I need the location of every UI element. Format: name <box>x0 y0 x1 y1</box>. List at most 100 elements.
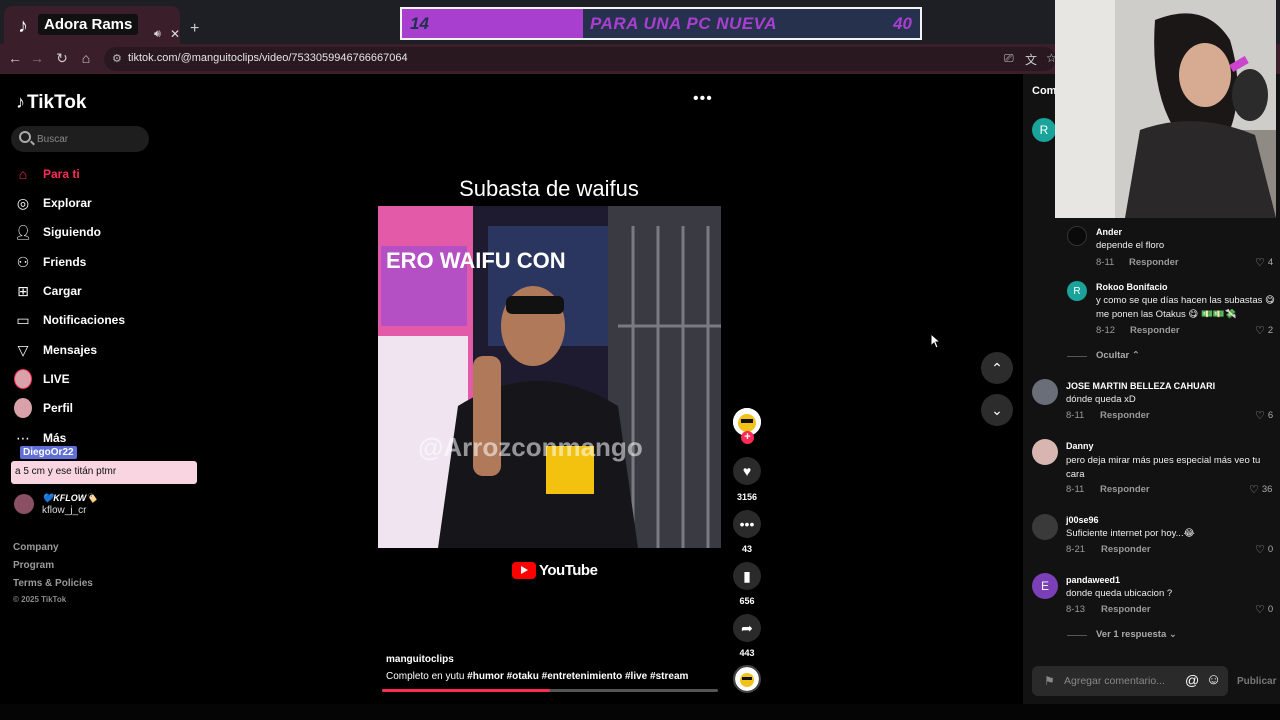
footer-program-link[interactable]: Program <box>13 560 54 571</box>
reply-button[interactable]: Responder <box>1100 410 1150 421</box>
sidebar-item-friends[interactable]: ⚇ Friends <box>14 251 87 273</box>
speaker-icon[interactable]: 🔊︎ <box>154 28 161 41</box>
url-text: tiktok.com/@manguitoclips/video/75330599… <box>128 52 408 64</box>
next-video-button[interactable]: ⌄ <box>981 394 1013 426</box>
comment-author[interactable]: JOSE MARTIN BELLEZA CAHUARI <box>1066 381 1215 391</box>
tiktok-logo[interactable]: ♪ TikTok <box>16 92 86 114</box>
copyright: © 2025 TikTok <box>13 595 67 604</box>
sidebar-item-mensajes[interactable]: ▽ Mensajes <box>14 339 97 361</box>
comment-text: y como se que días hacen las subastas 😋 … <box>1096 295 1275 320</box>
home-icon: ⌂ <box>18 166 28 182</box>
reply-button[interactable]: Responder <box>1129 257 1179 268</box>
mouse-cursor-icon <box>930 333 942 349</box>
sidebar-item-siguiendo[interactable]: 👤︎ Siguiendo <box>14 221 101 243</box>
comment-input-box[interactable]: ⚑ @ ☺ <box>1032 666 1228 696</box>
install-icon[interactable]: ⎚ <box>1004 51 1014 66</box>
streamer-webcam <box>1055 0 1276 218</box>
mention-icon[interactable]: @ <box>1185 672 1199 688</box>
comment-date: 8-11 <box>1066 410 1085 421</box>
save-button[interactable]: ▮ <box>733 562 761 590</box>
back-icon[interactable]: ← <box>6 50 24 66</box>
search-box[interactable] <box>11 126 149 152</box>
reply-button[interactable]: Responder <box>1130 325 1180 336</box>
sidebar-item-perfil[interactable]: Perfil <box>14 397 73 419</box>
forward-icon[interactable]: → <box>28 50 46 66</box>
hashtag-link[interactable]: #stream <box>650 671 688 682</box>
sound-disc[interactable] <box>733 665 761 693</box>
comment-input[interactable] <box>1064 673 1182 689</box>
sidebar-item-label: LIVE <box>43 372 70 386</box>
reply-button[interactable]: Responder <box>1100 484 1150 495</box>
upload-icon: ⊞ <box>17 282 29 299</box>
comment-author[interactable]: j00se96 <box>1066 515 1099 525</box>
sticker-icon[interactable]: ⚑ <box>1044 674 1055 688</box>
video-player[interactable]: ERO WAIFU CON @Arrozconmango <box>378 206 721 548</box>
comment-author[interactable]: Ander <box>1096 227 1122 237</box>
following-handle[interactable]: kflow_j_cr <box>42 505 86 516</box>
heart-outline-icon: ♡ <box>1255 604 1265 616</box>
comment-avatar[interactable] <box>1067 226 1087 246</box>
footer-company-link[interactable]: Company <box>13 542 59 553</box>
live-icon <box>14 369 32 389</box>
video-author[interactable]: manguitoclips <box>386 654 454 665</box>
close-tab-icon[interactable]: ✕ <box>170 27 180 41</box>
sidebar-item-cargar[interactable]: ⊞ Cargar <box>14 280 82 302</box>
more-options-icon[interactable]: ••• <box>693 90 713 108</box>
sidebar-item-live[interactable]: LIVE <box>14 368 70 390</box>
comment-like[interactable]: ♡ 6 <box>1255 409 1273 422</box>
sidebar-item-label: Siguiendo <box>43 225 101 239</box>
comment-author[interactable]: Rokoo Bonifacio <box>1096 282 1168 292</box>
comment-avatar[interactable]: R <box>1032 118 1056 142</box>
follow-button[interactable]: + <box>741 431 754 444</box>
following-name[interactable]: 💙KFLOW🏷️ <box>42 493 97 504</box>
url-field[interactable]: ⚙ tiktok.com/@manguitoclips/video/753305… <box>104 47 1056 71</box>
new-tab-button[interactable]: + <box>190 20 199 38</box>
sidebar-item-explorar[interactable]: ◎ Explorar <box>14 192 92 214</box>
tiktok-note-icon: ♪ <box>16 92 25 112</box>
publish-button[interactable]: Publicar <box>1237 676 1276 687</box>
like-button[interactable]: ♥ <box>733 457 761 485</box>
hashtag-link[interactable]: #entretenimiento <box>542 671 623 682</box>
search-input[interactable] <box>37 130 143 148</box>
friends-icon: ⚇ <box>16 253 30 270</box>
sidebar-item-para-ti[interactable]: ⌂ Para ti <box>14 163 80 185</box>
footer-terms-link[interactable]: Terms & Policies <box>13 578 93 589</box>
comment-button[interactable]: ••• <box>733 510 761 538</box>
send-icon: ▽ <box>17 341 29 358</box>
sidebar-item-notificaciones[interactable]: ▭ Notificaciones <box>14 309 125 331</box>
comment-avatar[interactable]: E <box>1032 573 1058 599</box>
reload-icon[interactable]: ↻ <box>53 50 71 67</box>
comment-avatar[interactable] <box>1032 514 1058 540</box>
comment-like[interactable]: ♡ 0 <box>1255 543 1273 556</box>
youtube-label: YouTube <box>539 562 598 579</box>
comment-author[interactable]: pandaweed1 <box>1066 575 1120 585</box>
hashtag-link[interactable]: #otaku <box>507 671 539 682</box>
chevron-up-icon: ⌃ <box>1131 350 1140 361</box>
following-avatar[interactable] <box>14 494 34 514</box>
reply-button[interactable]: Responder <box>1101 544 1151 555</box>
reply-button[interactable]: Responder <box>1101 604 1151 615</box>
hashtag-link[interactable]: #humor <box>467 671 504 682</box>
translate-icon[interactable]: 文 <box>1025 51 1037 68</box>
comment-like[interactable]: ♡ 0 <box>1255 603 1273 616</box>
share-button[interactable]: ➦ <box>733 614 761 642</box>
comment-avatar[interactable] <box>1032 379 1058 405</box>
comment-like[interactable]: ♡ 4 <box>1255 256 1273 269</box>
video-progress-bar[interactable] <box>382 689 718 692</box>
hashtag-link[interactable]: #live <box>625 671 647 682</box>
donation-goal-bar: 14 PARA UNA PC NUEVA 40 <box>400 7 922 40</box>
video-caption: Completo en yutu #humor #otaku #entreten… <box>386 671 688 682</box>
hide-replies-button[interactable]: Ocultar ⌃ <box>1096 350 1140 361</box>
comment-avatar[interactable] <box>1032 439 1058 465</box>
view-replies-button[interactable]: Ver 1 respuesta ⌄ <box>1096 629 1177 640</box>
comment-like[interactable]: ♡ 2 <box>1255 324 1273 337</box>
comment-like[interactable]: ♡ 36 <box>1249 483 1272 496</box>
comment-author[interactable]: Danny <box>1066 441 1094 451</box>
comment-avatar[interactable]: R <box>1067 281 1087 301</box>
previous-video-button[interactable]: ⌃ <box>981 352 1013 384</box>
youtube-logo: YouTube <box>512 562 598 579</box>
home-browser-icon[interactable]: ⌂ <box>77 50 95 66</box>
site-info-icon[interactable]: ⚙ <box>112 52 122 65</box>
emoji-icon[interactable]: ☺ <box>1206 671 1221 688</box>
browser-tab[interactable]: ♪ Adora Rams 🔊︎ ✕ <box>4 6 180 44</box>
